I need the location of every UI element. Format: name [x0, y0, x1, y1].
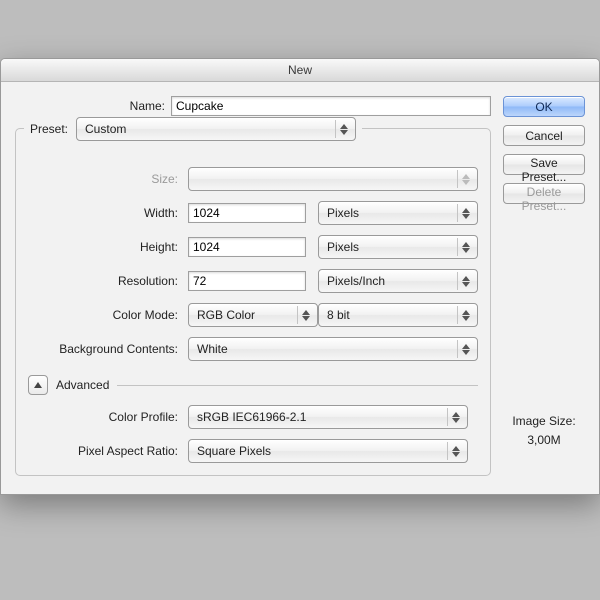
colorprofile-value: sRGB IEC61966-2.1 — [197, 410, 306, 424]
bgcontents-label: Background Contents: — [28, 342, 178, 356]
colormode-select[interactable]: RGB Color — [188, 303, 318, 327]
updown-icon — [447, 408, 464, 426]
colormode-value: RGB Color — [197, 308, 255, 322]
updown-icon — [457, 306, 474, 324]
width-unit-value: Pixels — [327, 206, 359, 220]
updown-icon — [297, 306, 314, 324]
updown-icon — [457, 238, 474, 256]
preset-group: Preset: Custom Size: Width: Pix — [15, 128, 491, 476]
width-input[interactable] — [188, 203, 306, 223]
resolution-unit-value: Pixels/Inch — [327, 274, 385, 288]
height-label: Height: — [28, 240, 178, 254]
updown-icon — [457, 204, 474, 222]
image-size-label: Image Size: — [503, 412, 585, 431]
divider — [117, 385, 478, 386]
name-label: Name: — [15, 99, 165, 113]
pixelaspect-select[interactable]: Square Pixels — [188, 439, 468, 463]
advanced-label: Advanced — [56, 378, 109, 392]
save-preset-button[interactable]: Save Preset... — [503, 154, 585, 175]
height-unit-value: Pixels — [327, 240, 359, 254]
bgcontents-select[interactable]: White — [188, 337, 478, 361]
advanced-toggle[interactable] — [28, 375, 48, 395]
ok-button[interactable]: OK — [503, 96, 585, 117]
size-label: Size: — [28, 172, 178, 186]
bitdepth-value: 8 bit — [327, 308, 350, 322]
pixelaspect-label: Pixel Aspect Ratio: — [28, 444, 178, 458]
delete-preset-button: Delete Preset... — [503, 183, 585, 204]
new-document-dialog: New Name: Preset: Custom Size: — [0, 58, 600, 495]
updown-icon — [447, 442, 464, 460]
dialog-title: New — [1, 59, 599, 82]
pixelaspect-value: Square Pixels — [197, 444, 271, 458]
updown-icon — [457, 170, 474, 188]
bgcontents-value: White — [197, 342, 228, 356]
image-size-value: 3,00M — [503, 431, 585, 450]
name-input[interactable] — [171, 96, 491, 116]
preset-label: Preset: — [30, 122, 68, 136]
resolution-input[interactable] — [188, 271, 306, 291]
height-unit-select[interactable]: Pixels — [318, 235, 478, 259]
resolution-label: Resolution: — [28, 274, 178, 288]
colorprofile-label: Color Profile: — [28, 410, 178, 424]
width-unit-select[interactable]: Pixels — [318, 201, 478, 225]
cancel-button[interactable]: Cancel — [503, 125, 585, 146]
colorprofile-select[interactable]: sRGB IEC61966-2.1 — [188, 405, 468, 429]
updown-icon — [335, 120, 352, 138]
resolution-unit-select[interactable]: Pixels/Inch — [318, 269, 478, 293]
colormode-label: Color Mode: — [28, 308, 178, 322]
updown-icon — [457, 340, 474, 358]
image-size-readout: Image Size: 3,00M — [503, 412, 585, 450]
height-input[interactable] — [188, 237, 306, 257]
updown-icon — [457, 272, 474, 290]
width-label: Width: — [28, 206, 178, 220]
triangle-up-icon — [34, 382, 42, 388]
preset-select[interactable]: Custom — [76, 117, 356, 141]
bitdepth-select[interactable]: 8 bit — [318, 303, 478, 327]
size-select — [188, 167, 478, 191]
preset-value: Custom — [85, 122, 126, 136]
